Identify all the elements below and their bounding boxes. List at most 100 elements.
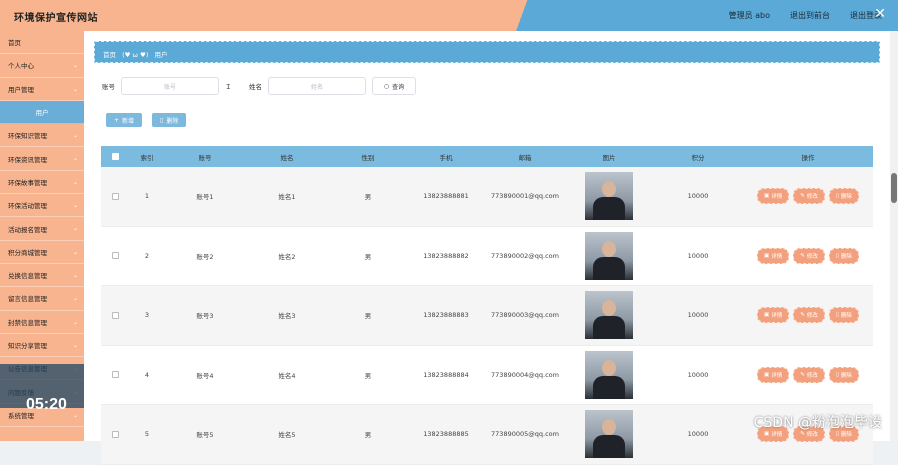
exit-front-link[interactable]: 退出到前台 (790, 10, 830, 21)
user-photo[interactable] (585, 291, 633, 340)
main-content: 首页 (♥ ω ♥) 用户 账号 账号 Ｉ 姓名 姓名 ○ 查询 + 新增 ▯ … (84, 31, 890, 465)
row-checkbox[interactable] (111, 311, 119, 319)
table-row: 3 账号3 姓名3 男 13823888883 773890003@qq.com 10000… (101, 286, 873, 346)
search-button-label: 查询 (392, 83, 405, 91)
delete-button[interactable]: ▯ 删除 (828, 188, 859, 205)
edit-button[interactable]: ✎ 修改 (793, 247, 825, 264)
cell-index: 1 (144, 192, 150, 201)
table-row: 1 账号1 姓名1 男 13823888881 773890001@qq.com 10000… (101, 167, 873, 227)
cell-email: 773890003@qq.com (491, 311, 559, 320)
cell-phone: 13823888881 (423, 192, 469, 201)
cell-account: 账号2 (196, 252, 214, 261)
name-input[interactable]: 姓名 (268, 77, 366, 95)
detail-icon: ▣ (764, 252, 770, 259)
current-user: 管理员 abo (728, 11, 770, 20)
cell-points: 10000 (687, 430, 709, 439)
row-checkbox[interactable] (111, 192, 119, 200)
sidebar-item-label: 环保故事管理 (8, 178, 47, 187)
name-label: 姓名 (249, 83, 262, 91)
edit-label: 修改 (806, 313, 818, 320)
sidebar-item-8[interactable]: 活动报名管理 ⌄ (0, 217, 84, 241)
row-checkbox[interactable] (111, 371, 119, 379)
sidebar-item-12[interactable]: 封禁信息管理 ⌄ (0, 311, 84, 334)
search-icon: ○ (383, 82, 390, 90)
add-button[interactable]: + 新增 (106, 113, 143, 127)
row-checkbox[interactable] (111, 252, 119, 260)
delete-button[interactable]: ▯ 删除 (828, 366, 859, 383)
sidebar-item-label: 用户管理 (8, 85, 34, 94)
text-cursor-icon: Ｉ (225, 83, 232, 91)
sidebar-item-11[interactable]: 留言信息管理 ⌄ (0, 287, 84, 311)
sidebar-item-4[interactable]: 环保知识管理 ⌄ (0, 124, 84, 148)
cell-points: 10000 (687, 251, 709, 260)
detail-icon: ▣ (764, 371, 770, 378)
header-ops: 操作 (801, 153, 815, 162)
scrollbar-thumb[interactable] (891, 173, 897, 203)
cell-phone: 13823888885 (423, 430, 469, 439)
delete-button[interactable]: ▯ 删除 (828, 247, 859, 264)
sidebar-item-label: 留言信息管理 (8, 295, 47, 304)
user-photo[interactable] (585, 231, 633, 280)
account-input[interactable]: 账号 (121, 77, 219, 95)
cell-name: 姓名5 (278, 431, 296, 440)
cell-phone: 13823888883 (423, 311, 469, 320)
cell-name: 姓名3 (278, 312, 296, 321)
table-header: 索引 账号 姓名 性别 手机 邮箱 图片 积分 操作 (101, 146, 873, 167)
header-gender: 性别 (361, 153, 375, 162)
sidebar-item-10[interactable]: 兑换信息管理 ⌄ (0, 264, 84, 288)
user-photo[interactable] (585, 350, 633, 399)
header-name: 姓名 (280, 153, 294, 162)
breadcrumb: 首页 (♥ ω ♥) 用户 (94, 41, 880, 63)
edit-button[interactable]: ✎ 修改 (793, 188, 825, 205)
delete-label: 删除 (840, 372, 852, 379)
breadcrumb-home[interactable]: 首页 (103, 51, 116, 59)
sidebar-item-1[interactable]: 个人中心 ⌄ (0, 54, 84, 78)
page-scrollbar[interactable] (890, 31, 898, 441)
edit-button[interactable]: ✎ 修改 (793, 307, 825, 324)
cell-index: 4 (144, 370, 150, 379)
sidebar-item-0[interactable]: 首页 (0, 31, 84, 55)
sidebar-item-label: 环保资讯管理 (8, 155, 47, 164)
chevron-down-icon: ⌄ (72, 85, 78, 93)
sidebar-item-6[interactable]: 环保故事管理 ⌄ (0, 171, 84, 195)
cell-gender: 男 (364, 252, 372, 261)
cell-index: 5 (144, 430, 150, 439)
select-all-checkbox[interactable] (111, 153, 119, 160)
chevron-down-icon: ⌄ (72, 62, 78, 70)
search-bar: 账号 账号 Ｉ 姓名 姓名 ○ 查询 (102, 77, 416, 95)
sidebar-item-13[interactable]: 知识分享管理 ⌄ (0, 334, 84, 358)
detail-button[interactable]: ▣ 详情 (757, 188, 790, 205)
add-button-label: 新增 (122, 117, 135, 125)
sidebar-item-7[interactable]: 环保活动管理 ⌄ (0, 194, 84, 218)
user-photo[interactable] (585, 410, 633, 459)
detail-label: 详情 (771, 372, 783, 379)
delete-label: 删除 (840, 253, 852, 260)
detail-button[interactable]: ▣ 详情 (757, 366, 790, 383)
sidebar-item-9[interactable]: 积分商城管理 ⌄ (0, 241, 84, 264)
sidebar-item-3[interactable]: 用户 (0, 100, 84, 125)
delete-label: 删除 (840, 194, 852, 201)
sidebar-item-label: 封禁信息管理 (8, 318, 47, 327)
search-button[interactable]: ○ 查询 (372, 77, 416, 95)
close-icon[interactable]: ✕ (874, 6, 886, 22)
delete-button[interactable]: ▯ 删除 (828, 307, 859, 324)
detail-label: 详情 (771, 313, 783, 320)
table-row: 4 账号4 姓名4 男 13823888884 773890004@qq.com 10000… (101, 346, 873, 405)
delete-label: 删除 (840, 313, 852, 320)
edit-label: 修改 (806, 194, 818, 201)
edit-icon: ✎ (800, 252, 805, 259)
detail-button[interactable]: ▣ 详情 (757, 247, 790, 264)
batch-delete-button[interactable]: ▯ 删除 (152, 113, 187, 127)
cell-points: 10000 (687, 192, 709, 201)
chevron-down-icon: ⌄ (72, 225, 78, 233)
sidebar-item-5[interactable]: 环保资讯管理 ⌄ (0, 147, 84, 171)
sidebar-item-2[interactable]: 用户管理 ⌄ (0, 78, 84, 101)
edit-button[interactable]: ✎ 修改 (793, 366, 825, 383)
header-account: 账号 (198, 153, 212, 162)
detail-button[interactable]: ▣ 详情 (757, 307, 790, 324)
row-checkbox[interactable] (111, 430, 119, 438)
edit-icon: ✎ (800, 371, 805, 378)
header-index: 索引 (140, 153, 154, 162)
user-photo[interactable] (585, 172, 633, 221)
sidebar-item-label: 活动报名管理 (8, 225, 47, 234)
